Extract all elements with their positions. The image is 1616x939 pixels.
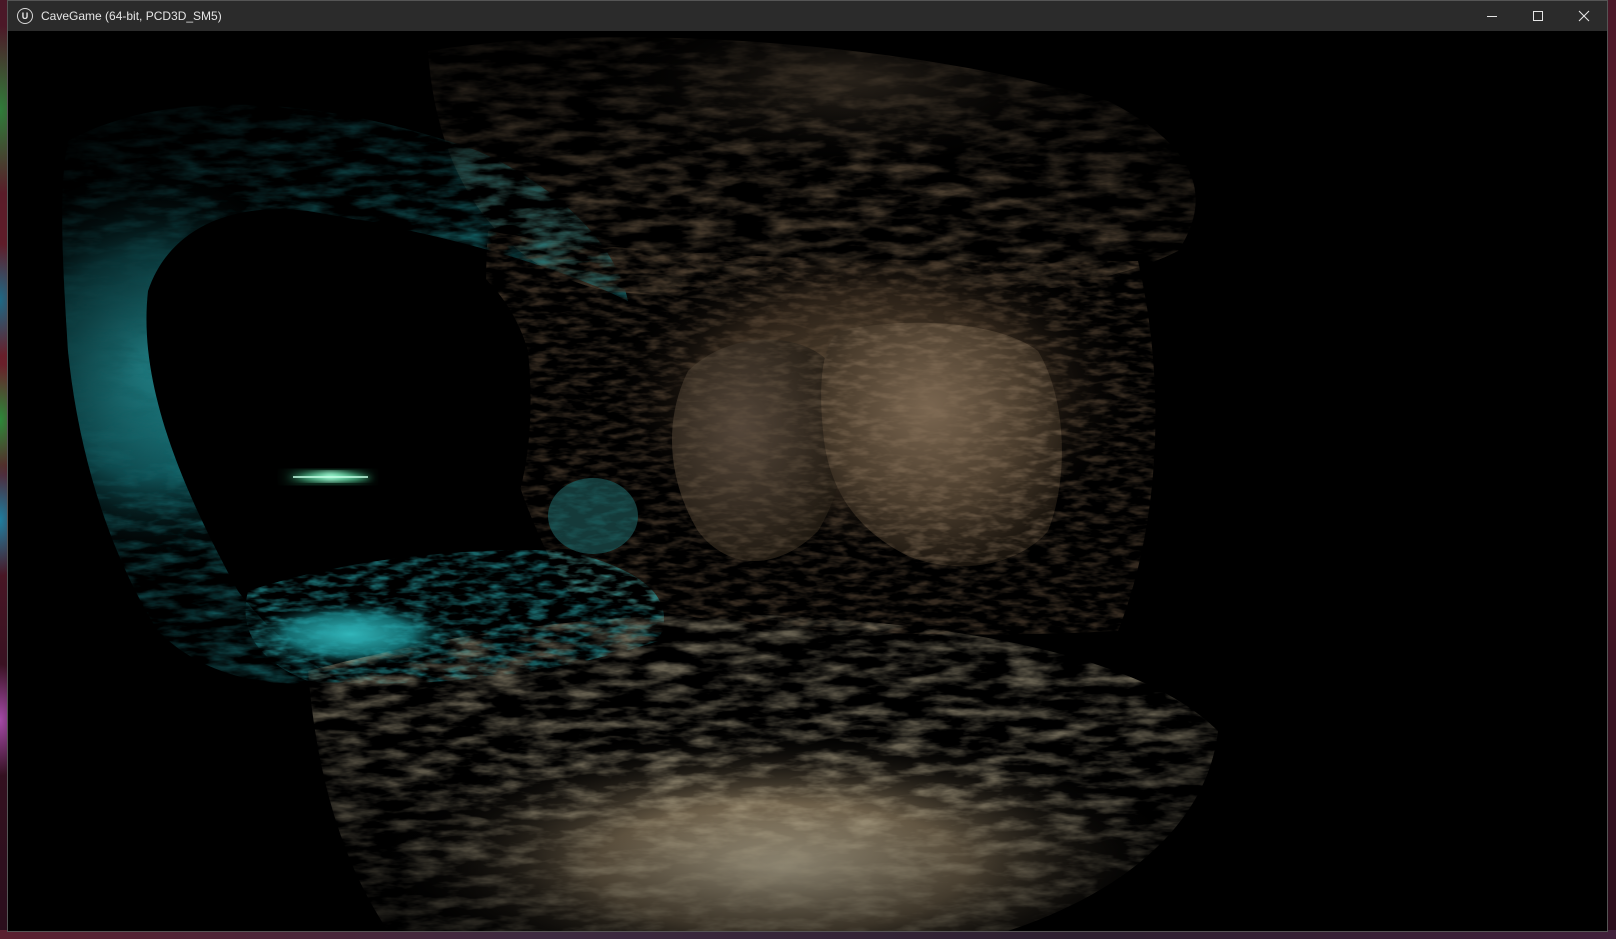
window-title: CaveGame (64-bit, PCD3D_SM5) (41, 9, 222, 23)
game-viewport[interactable] (8, 31, 1607, 931)
maximize-button[interactable] (1515, 1, 1561, 31)
minimize-icon (1487, 16, 1497, 17)
unreal-engine-icon: U (17, 8, 33, 24)
close-icon (1578, 10, 1590, 22)
maximize-icon (1533, 11, 1543, 21)
window-controls (1469, 1, 1607, 31)
close-button[interactable] (1561, 1, 1607, 31)
cave-scene (8, 31, 1607, 931)
minimize-button[interactable] (1469, 1, 1515, 31)
app-icon-glyph: U (21, 10, 29, 21)
game-window: U CaveGame (64-bit, PCD3D_SM5) (7, 0, 1608, 932)
title-bar[interactable]: U CaveGame (64-bit, PCD3D_SM5) (8, 1, 1607, 31)
